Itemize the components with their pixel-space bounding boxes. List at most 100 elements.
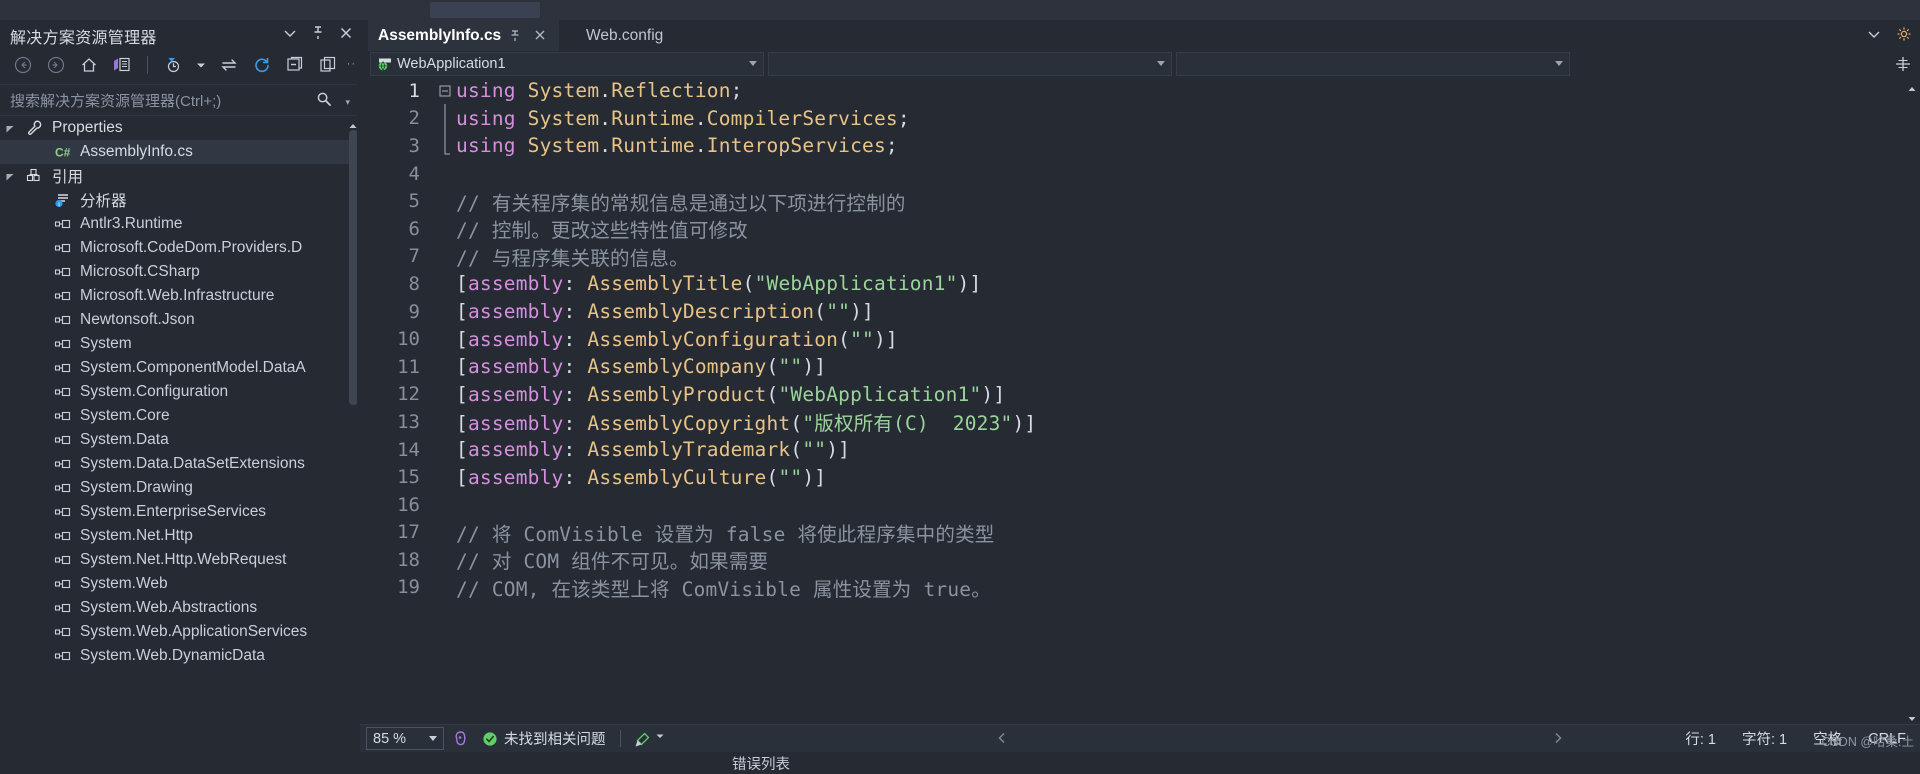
editor-tab[interactable]: AssemblyInfo.cs [368, 20, 560, 51]
close-icon[interactable] [533, 28, 549, 44]
solution-view-icon[interactable] [111, 54, 133, 76]
chevron-down-icon[interactable] [1866, 26, 1882, 42]
navbar-type-dropdown[interactable] [768, 52, 1172, 76]
tree-item[interactable]: System.Web.DynamicData [0, 644, 352, 668]
chevron-down-icon[interactable] [282, 25, 298, 41]
home-icon[interactable] [78, 54, 100, 76]
pin-icon[interactable] [509, 28, 525, 44]
code-line[interactable]: 4 [360, 160, 1920, 188]
pin-icon[interactable] [310, 25, 326, 41]
search-options-caret-icon[interactable]: ▾ [345, 97, 350, 108]
tree-item[interactable]: Microsoft.CSharp [0, 260, 352, 284]
tree-item[interactable]: Properties [0, 116, 352, 140]
chevron-down-icon[interactable] [655, 731, 665, 747]
tree-item[interactable]: System.ComponentModel.DataA [0, 356, 352, 380]
tree-item[interactable]: System.Data.DataSetExtensions [0, 452, 352, 476]
code-line[interactable]: 3 using System.Runtime.InteropServices; [360, 131, 1920, 160]
toolbar-overflow-icon[interactable]: ·· [347, 58, 356, 70]
tree-item[interactable]: Newtonsoft.Json [0, 308, 352, 332]
chevron-down-icon[interactable] [749, 61, 757, 66]
tree-item-label: System.Net.Http [80, 527, 193, 544]
tree-item[interactable]: System.Drawing [0, 476, 352, 500]
tree-item[interactable]: System.Core [0, 404, 352, 428]
split-window-icon[interactable] [1894, 55, 1910, 71]
zoom-level-combobox[interactable]: 85 % [366, 727, 444, 750]
code-line[interactable]: 12 [assembly: AssemblyProduct("WebApplica… [360, 381, 1920, 409]
code-line[interactable]: 5 // 有关程序集的常规信息是通过以下项进行控制的 [360, 187, 1920, 215]
tree-item[interactable]: System.Web [0, 572, 352, 596]
code-token: ; [897, 106, 910, 130]
forward-icon[interactable] [45, 54, 67, 76]
filter-dropdown-icon[interactable] [195, 54, 207, 76]
show-all-files-icon[interactable] [317, 54, 339, 76]
scroll-up-arrow-icon[interactable] [1907, 81, 1917, 91]
tree-item-label: System.Web.DynamicData [80, 647, 265, 664]
code-cleanup-button[interactable] [633, 731, 665, 747]
back-icon[interactable] [12, 54, 34, 76]
code-line[interactable]: 7 // 与程序集关联的信息。 [360, 243, 1920, 271]
close-icon[interactable] [338, 25, 354, 41]
chevron-down-icon[interactable] [1555, 61, 1563, 66]
code-token: ( [742, 272, 755, 296]
error-list-tab[interactable]: 错误列表 [732, 753, 790, 774]
code-line[interactable]: 13 [assembly: AssemblyCopyright("版权所有(C) … [360, 408, 1920, 436]
reference-icon [52, 647, 74, 665]
code-line[interactable]: 9 [assembly: AssemblyDescription("")] [360, 298, 1920, 326]
gear-icon[interactable] [1896, 26, 1912, 42]
code-line[interactable]: 16 [360, 491, 1920, 519]
code-line[interactable]: 8 [assembly: AssemblyTitle("WebApplicatio… [360, 270, 1920, 298]
editor-tab[interactable]: Web.config [576, 20, 673, 51]
tree-item[interactable]: System.Configuration [0, 380, 352, 404]
tree-item[interactable]: System.Web.ApplicationServices [0, 620, 352, 644]
tree-item[interactable]: Microsoft.CodeDom.Providers.D [0, 236, 352, 260]
tree-item[interactable]: 引用 [0, 164, 352, 188]
code-line[interactable]: 11 [assembly: AssemblyCompany("")] [360, 353, 1920, 381]
tree-item[interactable]: System.Data [0, 428, 352, 452]
code-line[interactable]: 17 // 将 ComVisible 设置为 false 将使此程序集中的类型 [360, 519, 1920, 547]
code-line[interactable]: 19 // COM, 在该类型上将 ComVisible 属性设置为 true。 [360, 574, 1920, 602]
chevron-down-icon[interactable] [1157, 61, 1165, 66]
expander-arrow-icon[interactable] [4, 122, 16, 134]
code-line[interactable]: 1 using System.Reflection; [360, 77, 1920, 105]
refresh-icon[interactable] [251, 54, 273, 76]
code-editor-surface[interactable]: 1 using System.Reflection; 2 using System.R… [360, 77, 1920, 725]
code-token: [ [456, 438, 468, 462]
editor-vertical-scrollbar[interactable] [1904, 77, 1920, 725]
code-line[interactable]: 14 [assembly: AssemblyTrademark("")] [360, 436, 1920, 464]
tree-item[interactable]: System.Net.Http.WebRequest [0, 548, 352, 572]
tree-item[interactable]: System [0, 332, 352, 356]
reference-icon [52, 263, 74, 281]
intellicode-icon[interactable] [452, 730, 470, 748]
code-text: // 对 COM 组件不可见。如果需要 [456, 545, 768, 574]
code-line[interactable]: 10 [assembly: AssemblyConfiguration("")] [360, 325, 1920, 353]
chevron-down-icon[interactable] [429, 736, 437, 741]
expander-arrow-icon[interactable] [4, 170, 16, 182]
tree-item[interactable]: System.Net.Http [0, 524, 352, 548]
collapse-all-icon[interactable] [284, 54, 306, 76]
solution-tree[interactable]: Properties C# AssemblyInfo.cs 引用 i 分析器 Antlr3.… [0, 116, 352, 772]
tree-item[interactable]: i 分析器 [0, 188, 352, 212]
solution-explorer-search[interactable]: 搜索解决方案资源管理器(Ctrl+;) ▾ [0, 85, 360, 116]
scroll-down-arrow-icon[interactable] [1907, 711, 1917, 721]
pending-changes-filter-icon[interactable] [162, 54, 184, 76]
sync-with-active-document-icon[interactable] [218, 54, 240, 76]
issue-status[interactable]: 未找到相关问题 [482, 728, 606, 749]
code-token: : [563, 465, 588, 489]
tree-item[interactable]: System.Web.Abstractions [0, 596, 352, 620]
code-line[interactable]: 15 [assembly: AssemblyCulture("")] [360, 463, 1920, 491]
tree-item[interactable]: System.EnterpriseServices [0, 500, 352, 524]
code-line[interactable]: 2 using System.Runtime.CompilerServices; [360, 104, 1920, 133]
fold-indicator[interactable] [434, 85, 456, 97]
reference-icon [52, 599, 74, 617]
tree-item[interactable]: C# AssemblyInfo.cs [0, 140, 352, 164]
search-icon[interactable] [316, 91, 332, 107]
navbar-member-dropdown[interactable] [1176, 52, 1570, 76]
navbar-project-dropdown[interactable]: WebApplication1 [370, 52, 764, 76]
tree-item[interactable]: Microsoft.Web.Infrastructure [0, 284, 352, 308]
chevron-right-icon[interactable] [1551, 731, 1567, 747]
tree-item[interactable]: Antlr3.Runtime [0, 212, 352, 236]
code-token: ( [790, 412, 803, 436]
chevron-left-icon[interactable] [995, 731, 1011, 747]
code-line[interactable]: 18 // 对 COM 组件不可见。如果需要 [360, 546, 1920, 574]
code-line[interactable]: 6 // 控制。更改这些特性值可修改 [360, 215, 1920, 243]
